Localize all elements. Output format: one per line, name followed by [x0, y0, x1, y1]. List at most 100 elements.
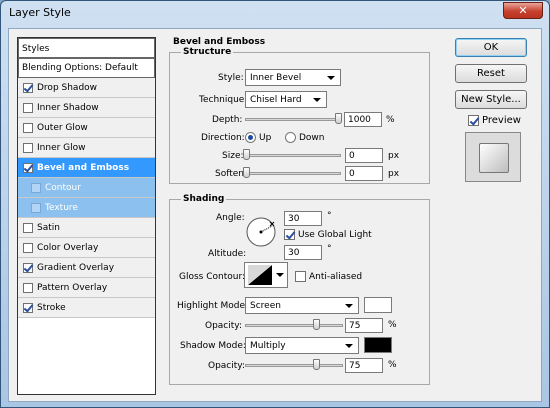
title-bar[interactable]: Layer Style ✕ [1, 1, 549, 25]
structure-title: Structure [181, 47, 234, 57]
soften-input[interactable]: 0 [345, 166, 383, 181]
style-item-inner-glow[interactable]: Inner Glow [18, 138, 155, 158]
preview-checkbox[interactable] [468, 115, 479, 126]
contour-curve-icon [248, 265, 272, 285]
angle-label: Angle: [216, 213, 245, 223]
altitude-label: Altitude: [208, 249, 247, 259]
technique-select-value: Chisel Hard [250, 95, 302, 105]
preview-swatch [479, 143, 509, 173]
shadow-opacity-unit: % [388, 360, 397, 370]
highlight-opacity-input[interactable]: 75 [345, 318, 383, 333]
styles-list: Styles Blending Options: Default Drop Sh… [17, 37, 156, 395]
style-item-label: Outer Glow [37, 122, 88, 133]
altitude-input[interactable]: 30 [284, 245, 322, 260]
size-slider-thumb[interactable] [243, 149, 250, 160]
style-item-checkbox[interactable] [23, 302, 33, 313]
style-item-stroke[interactable]: Stroke [18, 298, 155, 318]
style-item-checkbox[interactable] [23, 262, 33, 273]
style-item-checkbox[interactable] [23, 142, 33, 153]
size-input[interactable]: 0 [345, 148, 383, 163]
direction-down-label: Down [299, 133, 325, 143]
style-item-outer-glow[interactable]: Outer Glow [18, 118, 155, 138]
depth-input[interactable]: 1000 [344, 112, 382, 127]
style-item-checkbox[interactable] [31, 182, 41, 193]
size-slider-track[interactable] [245, 154, 341, 157]
gloss-contour-label: Gloss Contour: [179, 272, 246, 282]
shadow-color-swatch[interactable] [364, 337, 392, 353]
style-item-bevel-and-emboss[interactable]: Bevel and Emboss [18, 158, 155, 178]
shading-title: Shading [181, 194, 227, 204]
anti-aliased-checkbox[interactable] [295, 271, 306, 282]
preview-label: Preview [482, 115, 521, 126]
style-item-gradient-overlay[interactable]: Gradient Overlay [18, 258, 155, 278]
dialog-body: Styles Blending Options: Default Drop Sh… [8, 28, 542, 402]
direction-up-label: Up [259, 133, 272, 143]
shadow-mode-select[interactable]: Multiply [245, 337, 359, 354]
depth-slider-track[interactable] [245, 118, 341, 121]
direction-up-radio[interactable] [245, 132, 256, 143]
layer-style-window: Layer Style ✕ Styles Blending Options: D… [0, 0, 550, 408]
style-item-satin[interactable]: Satin [18, 218, 155, 238]
highlight-mode-select[interactable]: Screen [245, 297, 359, 314]
highlight-color-swatch[interactable] [364, 297, 392, 313]
shadow-opacity-track[interactable] [245, 364, 343, 367]
style-item-checkbox[interactable] [23, 222, 33, 233]
altitude-degree: ° [327, 244, 332, 254]
style-item-checkbox[interactable] [23, 242, 33, 253]
style-item-label: Inner Shadow [37, 102, 99, 113]
style-item-texture[interactable]: Texture [18, 198, 155, 218]
ok-button[interactable]: OK [455, 38, 527, 57]
style-select-value: Inner Bevel [250, 73, 302, 83]
shadow-opacity-thumb[interactable] [313, 359, 320, 370]
shadow-mode-label: Shadow Mode: [180, 341, 246, 351]
shadow-opacity-input[interactable]: 75 [345, 358, 383, 373]
reset-button[interactable]: Reset [455, 64, 527, 83]
depth-label: Depth: [212, 115, 243, 125]
close-button[interactable]: ✕ [503, 2, 543, 19]
style-select[interactable]: Inner Bevel [245, 69, 341, 86]
style-label: Style: [218, 73, 244, 83]
highlight-opacity-thumb[interactable] [313, 319, 320, 330]
depth-slider-thumb[interactable] [335, 113, 342, 124]
direction-down-radio[interactable] [285, 132, 296, 143]
highlight-opacity-track[interactable] [245, 324, 343, 327]
style-item-label: Gradient Overlay [37, 262, 115, 273]
use-global-light-label: Use Global Light [298, 230, 372, 240]
angle-dial[interactable] [245, 216, 277, 248]
style-item-label: Drop Shadow [37, 82, 98, 93]
angle-degree: ° [327, 211, 332, 221]
direction-label: Direction: [201, 133, 245, 143]
depth-unit: % [386, 115, 395, 125]
use-global-light-checkbox[interactable] [284, 229, 295, 240]
shading-group [169, 199, 430, 385]
style-item-inner-shadow[interactable]: Inner Shadow [18, 98, 155, 118]
technique-label: Technique: [199, 95, 248, 105]
highlight-opacity-unit: % [388, 320, 397, 330]
soften-slider-thumb[interactable] [243, 167, 250, 178]
style-item-pattern-overlay[interactable]: Pattern Overlay [18, 278, 155, 298]
highlight-opacity-label: Opacity: [205, 321, 242, 331]
new-style-button[interactable]: New Style... [455, 90, 527, 109]
soften-slider-track[interactable] [245, 172, 341, 175]
style-item-color-overlay[interactable]: Color Overlay [18, 238, 155, 258]
style-item-label: Satin [37, 222, 60, 233]
bevel-emboss-title: Bevel and Emboss [171, 37, 268, 47]
style-item-drop-shadow[interactable]: Drop Shadow [18, 78, 155, 98]
style-item-checkbox[interactable] [23, 82, 33, 93]
angle-input[interactable]: 30 [284, 211, 322, 226]
technique-select[interactable]: Chisel Hard [245, 91, 327, 108]
style-item-checkbox[interactable] [23, 282, 33, 293]
style-item-contour[interactable]: Contour [18, 178, 155, 198]
blending-options-label: Blending Options: Default [22, 63, 138, 73]
style-item-checkbox[interactable] [23, 122, 33, 133]
styles-header[interactable]: Styles [18, 38, 155, 58]
chevron-down-icon [276, 273, 284, 277]
blending-options-item[interactable]: Blending Options: Default [18, 58, 155, 78]
style-item-checkbox[interactable] [31, 202, 41, 213]
style-item-label: Bevel and Emboss [37, 162, 130, 173]
style-item-checkbox[interactable] [23, 162, 33, 173]
gloss-contour-picker[interactable] [244, 262, 288, 288]
style-item-label: Color Overlay [37, 242, 99, 253]
style-item-label: Pattern Overlay [37, 282, 108, 293]
style-item-checkbox[interactable] [23, 102, 33, 113]
